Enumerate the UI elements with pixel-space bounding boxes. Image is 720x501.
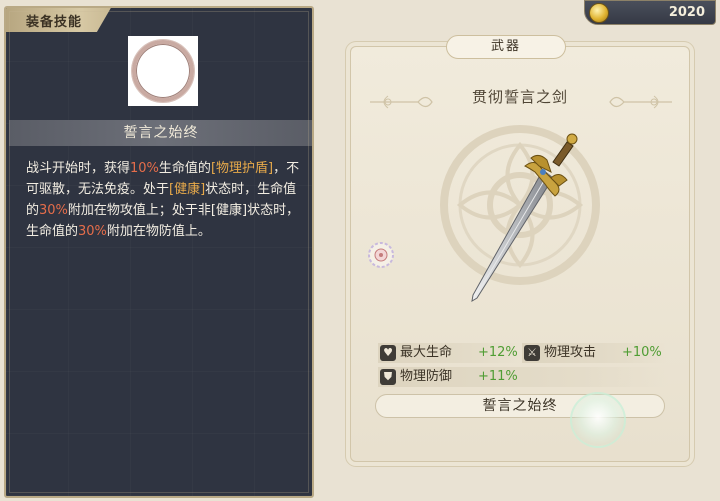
stat-value: +10% bbox=[622, 345, 662, 360]
skill-description-segment: 战斗开始时，获得 bbox=[26, 161, 131, 176]
stat-max-hp: ♥ 最大生命 +12% bbox=[378, 343, 523, 363]
skill-title: 誓言之始终 bbox=[9, 120, 312, 146]
stat-label: 物理攻击 bbox=[544, 345, 597, 360]
ornament-right-icon bbox=[609, 95, 672, 109]
stat-value: +11% bbox=[478, 369, 518, 384]
stat-physical-defense: ⛊ 物理防御 +11% bbox=[378, 367, 668, 387]
sword-icon bbox=[471, 133, 578, 302]
skill-description-segment: 30% bbox=[39, 203, 68, 218]
skill-icon-frame bbox=[128, 36, 198, 106]
heart-icon: ♥ bbox=[380, 345, 396, 361]
equipment-skill-panel: 装备技能 誓言之始终 战斗开始时，获得10%生命值的[物理护盾]，不可驱散，无法… bbox=[4, 6, 314, 498]
skill-description-segment: 30% bbox=[78, 224, 107, 239]
skill-description: 战斗开始时，获得10%生命值的[物理护盾]，不可驱散，无法免疫。处于[健康]状态… bbox=[26, 158, 306, 242]
currency-display[interactable]: 2020 bbox=[584, 0, 716, 25]
flower-badge-icon bbox=[368, 242, 394, 268]
skill-description-segment: 附加在物防值上。 bbox=[106, 224, 211, 239]
ring-icon bbox=[132, 40, 194, 102]
sword-icon: ⚔ bbox=[524, 345, 540, 361]
currency-value: 2020 bbox=[668, 5, 705, 20]
gold-coin-icon bbox=[589, 3, 609, 23]
stat-label: 物理防御 bbox=[400, 369, 453, 384]
skill-description-segment: [物理护盾] bbox=[210, 161, 274, 176]
skill-description-segment: 生命值的 bbox=[158, 161, 211, 176]
ornament-left-icon bbox=[370, 95, 433, 109]
stat-label: 最大生命 bbox=[400, 345, 453, 360]
shield-icon: ⛊ bbox=[380, 369, 396, 385]
equipment-skill-tab[interactable]: 装备技能 bbox=[6, 8, 112, 32]
stat-value: +12% bbox=[478, 345, 518, 360]
weapon-category-tab[interactable]: 武器 bbox=[446, 35, 566, 59]
skill-description-segment: 10% bbox=[130, 161, 159, 176]
skill-description-segment: [健康] bbox=[169, 182, 206, 197]
glow-orb-icon bbox=[570, 392, 626, 448]
stat-physical-attack: ⚔ 物理攻击 +10% bbox=[522, 343, 667, 363]
